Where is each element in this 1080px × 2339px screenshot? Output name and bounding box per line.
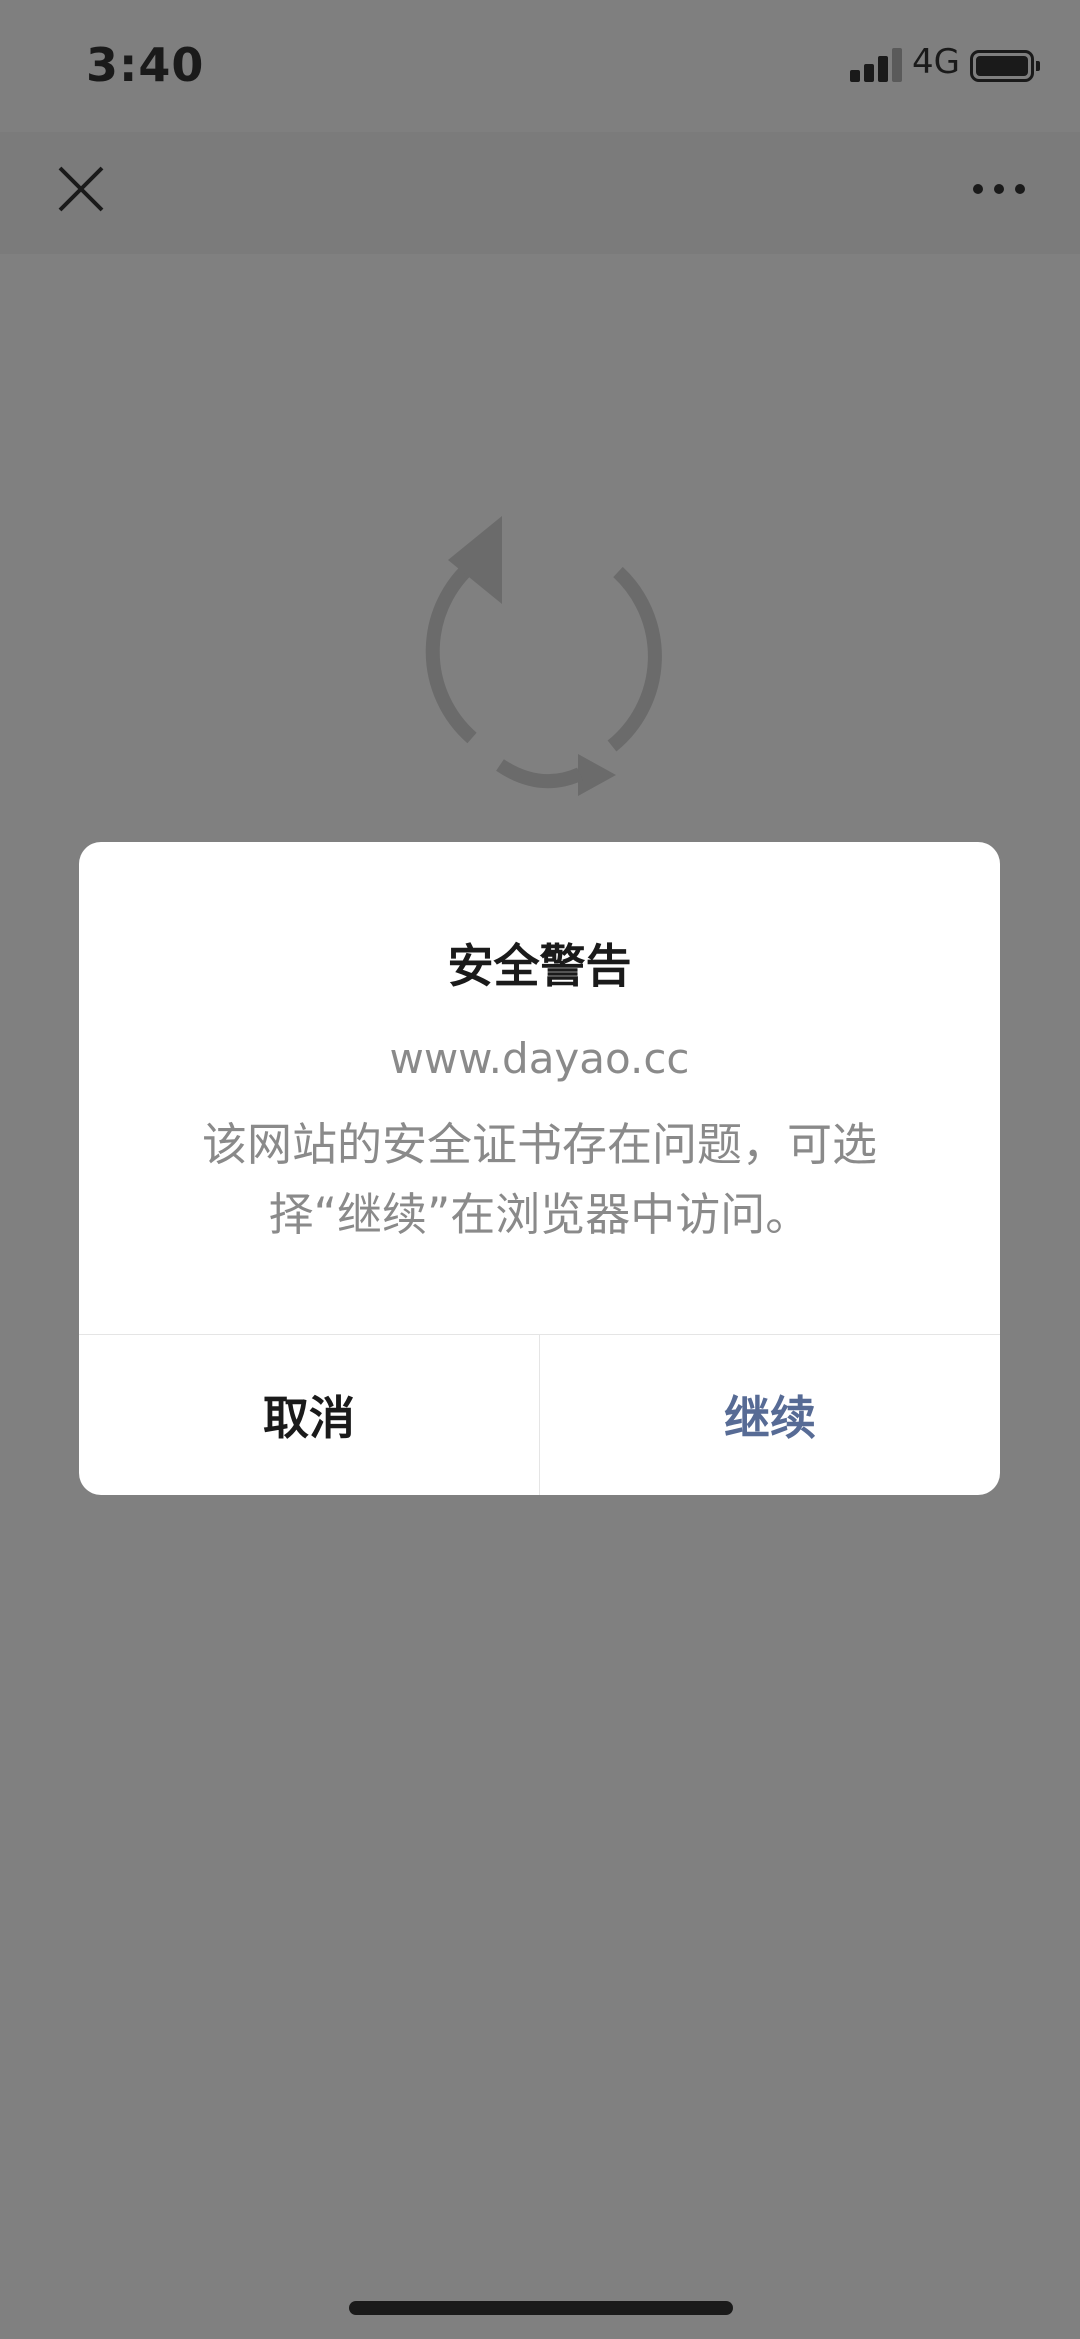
battery-icon: [970, 50, 1040, 82]
more-options-button[interactable]: [966, 174, 1032, 204]
dialog-title: 安全警告: [447, 939, 632, 993]
cancel-button[interactable]: 取消: [79, 1335, 539, 1495]
close-button[interactable]: [52, 160, 110, 218]
refresh-icon: [400, 500, 690, 810]
nav-bar: [0, 132, 1080, 254]
network-type-label: 4G: [912, 42, 960, 82]
continue-button[interactable]: 继续: [540, 1335, 1000, 1495]
dialog-url: www.dayao.cc: [389, 1034, 690, 1083]
security-warning-dialog: 安全警告 www.dayao.cc 该网站的安全证书存在问题，可选择“继续”在浏…: [79, 842, 1000, 1495]
cellular-signal-icon: [850, 46, 906, 82]
more-horizontal-icon: [973, 184, 1025, 194]
close-icon: [58, 166, 104, 212]
home-indicator[interactable]: [349, 2301, 733, 2315]
status-time: 3:40: [86, 38, 205, 92]
status-bar: 3:40 4G: [0, 0, 1080, 132]
dialog-message: 该网站的安全证书存在问题，可选择“继续”在浏览器中访问。: [201, 1118, 877, 1241]
